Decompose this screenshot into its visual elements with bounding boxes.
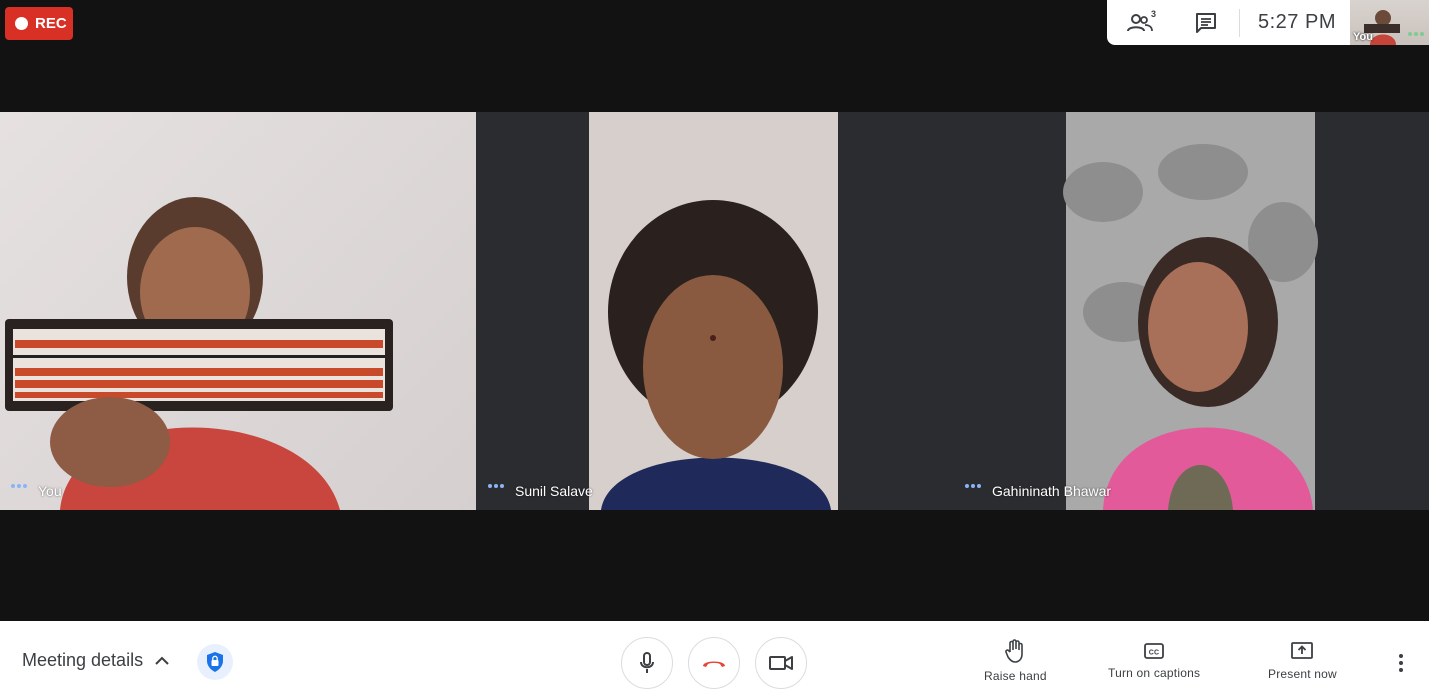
recording-label: REC <box>35 15 67 32</box>
shield-lock-icon <box>207 652 223 672</box>
host-controls-button[interactable] <box>197 644 233 680</box>
participant-video-sunil-salave <box>589 112 838 510</box>
more-vert-icon <box>1399 654 1403 658</box>
bottom-control-bar: Meeting details Raise hand CC Turn on ca… <box>0 621 1429 700</box>
participants-icon <box>1127 13 1153 31</box>
present-label: Present now <box>1268 667 1337 681</box>
audio-activity-icon <box>1408 23 1426 41</box>
present-now-button[interactable]: Present now <box>1268 639 1337 681</box>
participant-video-you <box>5 197 393 510</box>
raise-hand-button[interactable]: Raise hand <box>984 639 1047 683</box>
participant-name: Sunil Salave <box>515 483 593 499</box>
video-tile-you[interactable]: You <box>0 112 476 510</box>
meeting-details-button[interactable]: Meeting details <box>22 650 169 671</box>
hangup-icon <box>703 661 725 667</box>
meeting-details-label: Meeting details <box>22 650 144 670</box>
recording-badge: REC <box>5 7 73 40</box>
chat-button[interactable] <box>1173 0 1239 45</box>
video-tile-gahininath-bhawar[interactable]: Gahininath Bhawar <box>953 112 1429 510</box>
participant-menu-icon[interactable] <box>965 475 983 493</box>
captions-button[interactable]: CC Turn on captions <box>1108 639 1200 680</box>
participant-name: Gahininath Bhawar <box>992 483 1112 499</box>
microphone-button[interactable] <box>621 637 673 689</box>
video-tile-sunil-salave[interactable]: Sunil Salave <box>476 112 953 510</box>
mic-icon <box>640 652 654 673</box>
self-thumb-label: You <box>1353 31 1373 43</box>
divider <box>1239 8 1240 37</box>
participants-count: 3 <box>1150 9 1156 19</box>
clock: 5:27 PM <box>1258 11 1336 33</box>
present-icon <box>1291 642 1314 659</box>
self-view-thumbnail[interactable]: You <box>1350 0 1429 45</box>
participant-video-gahininath-bhawar <box>1063 112 1318 510</box>
leave-call-button[interactable] <box>688 637 740 689</box>
chevron-up-icon <box>155 656 169 665</box>
captions-icon: CC <box>1144 643 1164 659</box>
more-options-button[interactable] <box>1390 651 1412 675</box>
svg-text:CC: CC <box>1149 650 1160 657</box>
participant-menu-icon[interactable] <box>488 475 506 493</box>
participant-menu-icon[interactable] <box>11 475 29 493</box>
top-right-panel: 3 5:27 PM <box>1107 0 1350 45</box>
camera-icon <box>769 656 793 670</box>
record-dot-icon <box>15 17 28 30</box>
participants-button[interactable]: 3 <box>1107 0 1173 45</box>
captions-label: Turn on captions <box>1108 666 1201 680</box>
camera-button[interactable] <box>755 637 807 689</box>
video-stage: REC 3 5:27 PM You You Sunil Salave Gahin… <box>0 0 1429 621</box>
chat-icon <box>1196 12 1216 33</box>
participant-name: You <box>38 483 62 499</box>
raise-hand-label: Raise hand <box>984 669 1047 683</box>
raise-hand-icon <box>1005 639 1024 663</box>
